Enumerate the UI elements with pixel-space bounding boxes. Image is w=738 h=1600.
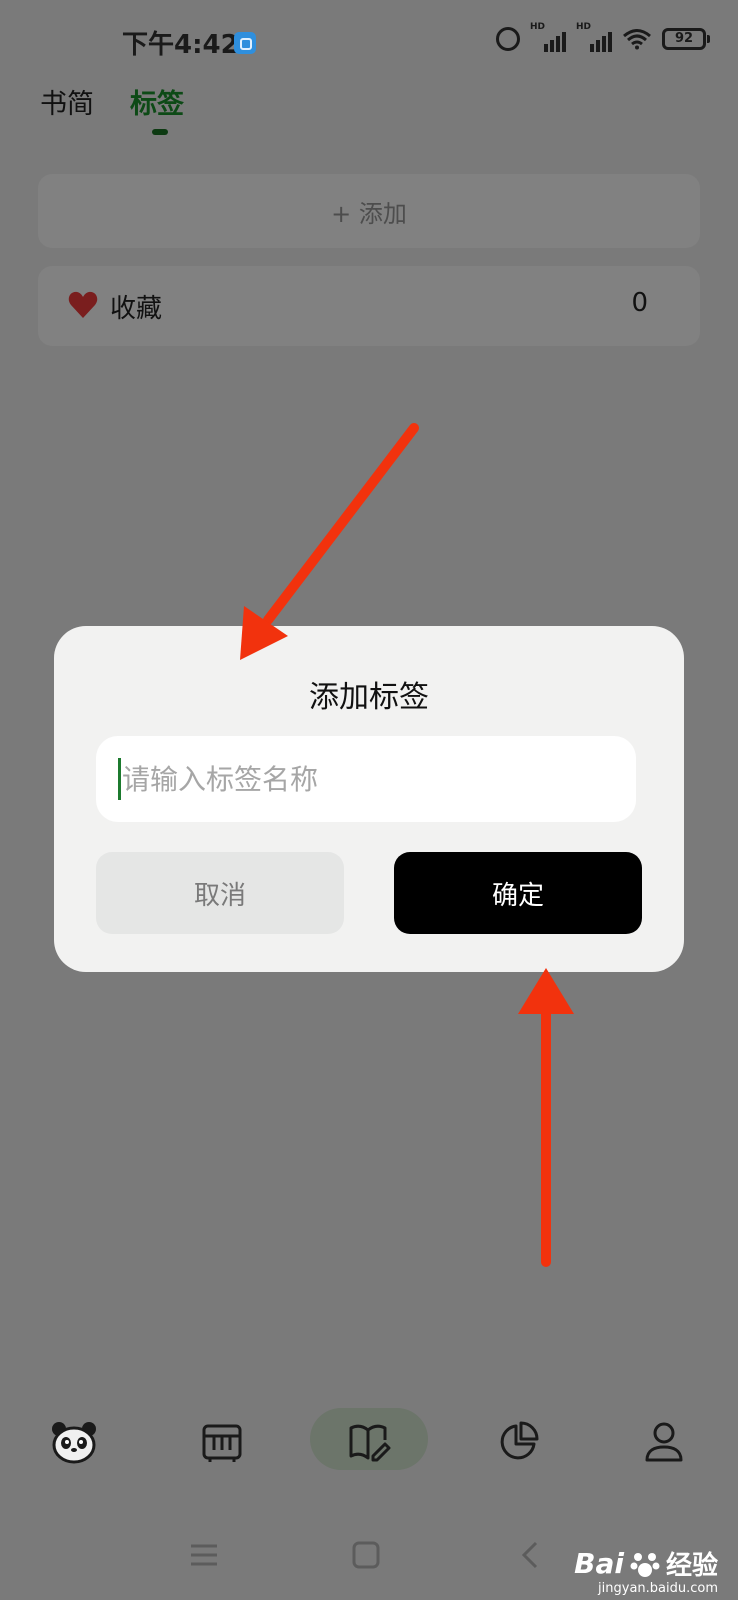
- tab-notes[interactable]: 书简: [40, 82, 94, 121]
- battery-icon: 92: [662, 28, 710, 50]
- confirm-button[interactable]: 确定: [394, 852, 642, 934]
- menu-button[interactable]: [174, 1530, 234, 1580]
- cancel-button[interactable]: 取消: [96, 852, 344, 934]
- status-bar: 下午4:42 HD HD 92: [0, 0, 738, 84]
- bottom-nav: [0, 1402, 738, 1482]
- tag-item-count: 0: [631, 288, 648, 318]
- watermark-brand: Bai: [574, 1547, 624, 1580]
- wifi-icon: [623, 29, 651, 50]
- dialog-title: 添加标签: [309, 680, 429, 715]
- alarm-icon: [496, 27, 520, 51]
- tag-item-label: 收藏: [110, 294, 163, 324]
- add-tag-button[interactable]: + 添加: [38, 174, 700, 248]
- home-button[interactable]: [336, 1530, 396, 1580]
- grid-box-icon: [202, 1424, 242, 1462]
- back-button[interactable]: [500, 1530, 560, 1580]
- text-caret: [118, 758, 121, 800]
- book-edit-icon: [349, 1424, 391, 1462]
- menu-icon: [191, 1544, 217, 1566]
- paw-icon: [630, 1552, 660, 1577]
- tab-tags-label: 标签: [130, 89, 184, 120]
- watermark-url: jingyan.baidu.com: [598, 1581, 718, 1596]
- nav-profile[interactable]: [624, 1402, 704, 1482]
- heart-icon: [68, 291, 98, 318]
- header-tabs: 书简 标签: [40, 82, 184, 135]
- signal-hd-label: HD: [530, 22, 546, 32]
- active-tab-indicator: [152, 129, 168, 135]
- add-tag-dialog: 添加标签 取消 确定: [54, 626, 684, 972]
- tag-name-input[interactable]: [96, 736, 636, 822]
- nav-stats[interactable]: [478, 1402, 558, 1482]
- signal-icon-2: HD: [576, 22, 612, 52]
- panda-icon: [52, 1422, 96, 1464]
- nav-notebook[interactable]: [329, 1402, 409, 1482]
- watermark: Bai 经验 jingyan.baidu.com: [574, 1545, 718, 1596]
- nav-grid[interactable]: [182, 1402, 262, 1482]
- home-square-icon: [352, 1541, 380, 1569]
- watermark-suffix: 经验: [665, 1551, 718, 1581]
- nav-panda[interactable]: [34, 1402, 114, 1482]
- back-chevron-icon: [521, 1541, 538, 1569]
- status-time: 下午4:42: [122, 30, 239, 60]
- status-icons: HD HD 92: [496, 22, 710, 52]
- signal-hd-label-2: HD: [576, 22, 592, 32]
- signal-icon: HD: [530, 22, 566, 52]
- arrow-to-confirm-button: [518, 968, 574, 1267]
- pie-chart-icon: [500, 1421, 539, 1460]
- person-icon: [645, 1422, 683, 1462]
- tag-item-favorites[interactable]: 收藏 0: [38, 266, 700, 346]
- shield-icon: [234, 32, 256, 54]
- tab-tags[interactable]: 标签: [130, 82, 184, 135]
